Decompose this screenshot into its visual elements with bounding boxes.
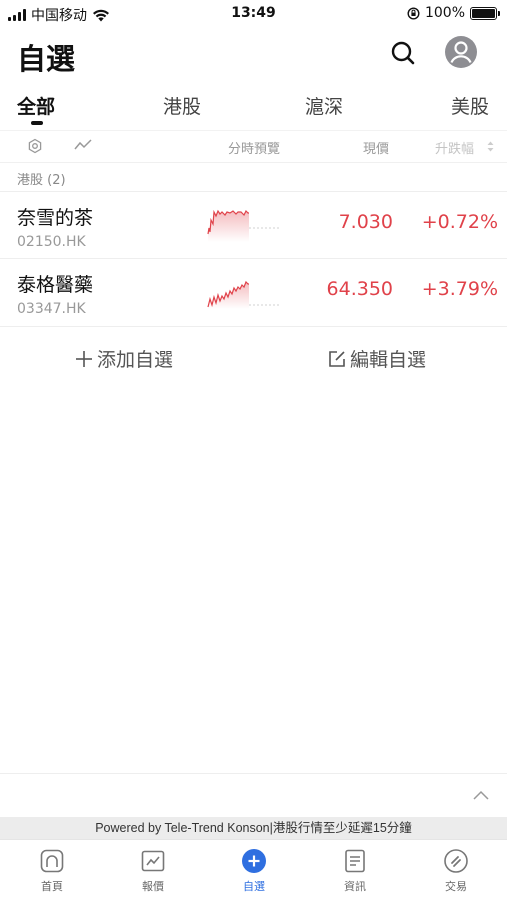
- tab-all[interactable]: 全部: [17, 92, 55, 119]
- nav-quote-label: 報價: [142, 880, 164, 893]
- nav-home-label: 首頁: [41, 880, 63, 893]
- col-intraday-preview: 分時預覽: [228, 142, 281, 157]
- settings-hexagon-icon[interactable]: [27, 138, 43, 154]
- home-icon: [40, 849, 64, 873]
- market-tabs: 全部 港股 滬深 美股: [0, 90, 507, 126]
- stock-name: 奈雪的茶: [17, 207, 94, 229]
- stock-price: 64.350: [326, 278, 393, 300]
- tab-us[interactable]: 美股: [451, 92, 489, 119]
- add-watchlist-button[interactable]: 添加自選: [75, 345, 173, 372]
- edit-icon: [329, 350, 345, 367]
- edit-watchlist-label: 編輯自選: [350, 349, 427, 371]
- chevron-up-icon[interactable]: [471, 786, 491, 806]
- status-bar: 中国移动 13:49 100%: [0, 0, 507, 28]
- section-label-hk: 港股 (2): [0, 162, 507, 190]
- stock-row[interactable]: 泰格醫藥 03347.HK 64.350 +3.79%: [0, 258, 507, 325]
- nav-quote[interactable]: 報價: [123, 848, 183, 894]
- stock-code: 03347.HK: [17, 301, 86, 317]
- column-header: 分時預覽 現價 升跌幅: [0, 130, 507, 160]
- trend-toggle-icon[interactable]: [73, 137, 93, 153]
- intraday-sparkline: [207, 209, 279, 242]
- nav-news-label: 資訊: [344, 880, 366, 893]
- trade-icon: [444, 849, 468, 873]
- page-title: 自選: [17, 42, 76, 76]
- sort-arrows-icon[interactable]: [487, 141, 494, 152]
- add-watchlist-label: 添加自選: [97, 349, 174, 371]
- stock-row[interactable]: 奈雪的茶 02150.HK 7.030 +0.72%: [0, 191, 507, 258]
- tab-hk[interactable]: 港股: [163, 92, 201, 119]
- quote-chart-icon: [141, 850, 165, 872]
- col-change-percent[interactable]: 升跌幅: [435, 138, 474, 157]
- nav-watchlist[interactable]: 自選: [224, 848, 284, 894]
- stock-change-percent: +3.79%: [421, 278, 498, 300]
- active-tab-indicator: [31, 121, 43, 125]
- battery-icon: [470, 6, 500, 20]
- nav-trade[interactable]: 交易: [426, 848, 486, 894]
- nav-watchlist-label: 自選: [243, 880, 265, 893]
- data-source-notice: Powered by Tele-Trend Konson|港股行情至少延遲15分…: [0, 817, 507, 839]
- stock-change-percent: +0.72%: [421, 211, 498, 233]
- edit-watchlist-button[interactable]: 編輯自選: [328, 345, 426, 372]
- tab-shsz[interactable]: 滬深: [305, 92, 343, 119]
- news-document-icon: [345, 849, 365, 873]
- battery-percent: 100%: [424, 5, 465, 21]
- nav-trade-label: 交易: [445, 880, 467, 893]
- orientation-lock-icon: [407, 6, 420, 20]
- user-avatar-icon[interactable]: [444, 35, 478, 69]
- search-icon[interactable]: [388, 38, 418, 68]
- header: 自選: [0, 28, 507, 80]
- watchlist-actions: 添加自選 編輯自選: [0, 326, 507, 386]
- stock-price: 7.030: [338, 211, 393, 233]
- nav-home[interactable]: 首頁: [22, 848, 82, 894]
- plus-icon: [76, 350, 92, 367]
- stock-code: 02150.HK: [17, 234, 86, 250]
- status-right: 100%: [407, 5, 500, 21]
- footer-bar: [0, 773, 507, 817]
- stock-name: 泰格醫藥: [17, 274, 94, 296]
- watchlist-plus-icon: [242, 849, 266, 873]
- bottom-nav: 首頁 報價 自選 資訊 交易: [0, 839, 507, 900]
- col-current-price: 現價: [363, 142, 390, 157]
- intraday-sparkline: [207, 280, 279, 309]
- nav-news[interactable]: 資訊: [325, 848, 385, 894]
